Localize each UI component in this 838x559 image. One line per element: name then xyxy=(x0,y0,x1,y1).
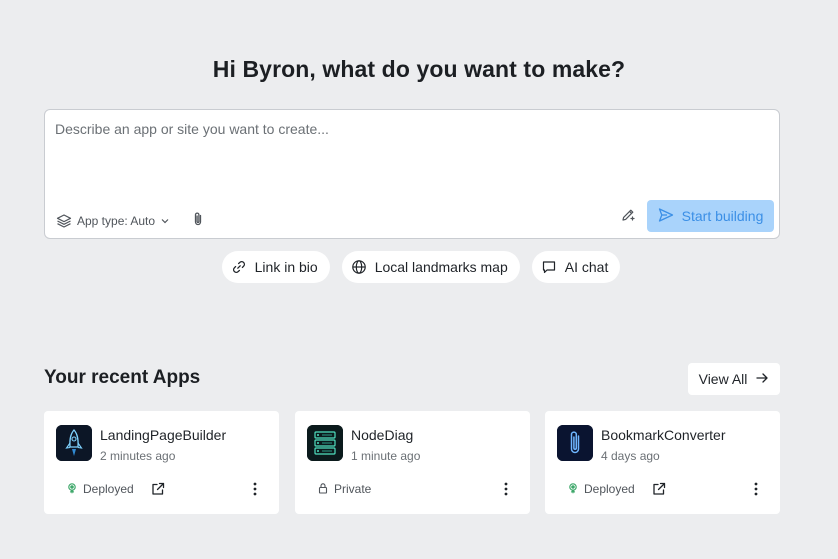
link-icon xyxy=(231,259,247,275)
suggestion-label: Local landmarks map xyxy=(374,259,508,275)
app-card[interactable]: LandingPageBuilder 2 minutes ago Deploye… xyxy=(44,411,279,514)
app-name: BookmarkConverter xyxy=(601,427,726,443)
recent-apps-list: LandingPageBuilder 2 minutes ago Deploye… xyxy=(44,411,780,514)
arrow-right-icon xyxy=(755,371,769,388)
app-name: LandingPageBuilder xyxy=(100,427,227,443)
view-all-label: View All xyxy=(698,371,748,387)
app-type-dropdown[interactable]: App type: Auto xyxy=(56,210,170,232)
app-updated-time: 4 days ago xyxy=(601,449,660,463)
prompt-input[interactable] xyxy=(55,120,767,190)
deployed-icon xyxy=(567,482,579,497)
view-all-button[interactable]: View All xyxy=(688,363,780,395)
status-label: Deployed xyxy=(584,482,635,496)
suggestion-chips: Link in bio Local landmarks map AI chat xyxy=(0,251,838,283)
rocket-icon xyxy=(56,425,92,461)
suggestion-label: Link in bio xyxy=(254,259,318,275)
status-label: Private xyxy=(334,482,372,496)
pen-sparkle-icon xyxy=(620,207,636,228)
status-badge: Deployed xyxy=(567,482,635,496)
deployed-icon xyxy=(66,482,78,497)
prompt-composer: App type: Auto Start building xyxy=(44,109,780,239)
globe-icon xyxy=(351,259,367,275)
suggestion-label: AI chat xyxy=(564,259,609,275)
send-icon xyxy=(658,207,674,226)
suggestion-chip-link-in-bio[interactable]: Link in bio xyxy=(221,251,330,283)
app-type-label: App type: Auto xyxy=(77,214,156,228)
status-badge: Deployed xyxy=(66,482,134,496)
app-updated-time: 1 minute ago xyxy=(351,449,421,463)
paperclip-icon xyxy=(557,425,593,461)
external-link-icon[interactable] xyxy=(651,481,667,497)
paperclip-icon xyxy=(191,211,205,232)
app-name: NodeDiag xyxy=(351,427,414,443)
layers-icon xyxy=(56,213,72,229)
app-card[interactable]: NodeDiag 1 minute ago Private xyxy=(295,411,530,514)
page-title: Hi Byron, what do you want to make? xyxy=(212,56,626,82)
status-label: Deployed xyxy=(83,482,134,496)
app-card[interactable]: BookmarkConverter 4 days ago Deployed xyxy=(545,411,780,514)
attach-file-button[interactable] xyxy=(188,210,208,232)
more-options-icon[interactable] xyxy=(248,481,262,497)
chevron-down-icon xyxy=(160,216,170,226)
status-badge: Private xyxy=(317,482,371,496)
suggestion-chip-ai-chat[interactable]: AI chat xyxy=(531,251,621,283)
server-icon xyxy=(307,425,343,461)
lock-icon xyxy=(317,482,329,497)
more-options-icon[interactable] xyxy=(749,481,763,497)
external-link-icon[interactable] xyxy=(150,481,166,497)
chat-bubble-icon xyxy=(541,259,557,275)
start-building-button[interactable]: Start building xyxy=(647,200,774,232)
start-building-label: Start building xyxy=(681,208,764,224)
app-updated-time: 2 minutes ago xyxy=(100,449,176,463)
suggestion-chip-landmarks-map[interactable]: Local landmarks map xyxy=(341,251,520,283)
edit-prompt-button[interactable] xyxy=(617,206,639,228)
recent-apps-title: Your recent Apps xyxy=(44,367,201,388)
more-options-icon[interactable] xyxy=(499,481,513,497)
